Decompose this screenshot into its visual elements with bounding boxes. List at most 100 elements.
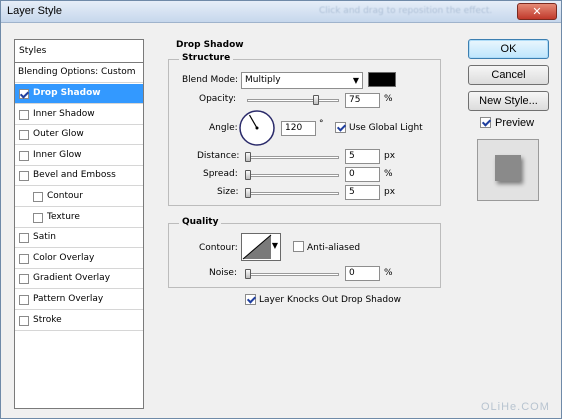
opacity-slider-thumb[interactable] [313,95,319,105]
panel-title: Drop Shadow [173,40,247,50]
style-item-stroke[interactable]: Stroke [15,311,143,331]
style-item-label: Bevel and Emboss [33,170,116,181]
style-item-checkbox[interactable] [19,130,29,141]
style-item-checkbox[interactable] [19,89,29,99]
opacity-slider-track[interactable] [247,99,339,102]
style-item-inner-glow[interactable]: Inner Glow [15,146,143,166]
style-item-checkbox[interactable] [19,274,29,285]
style-item-satin[interactable]: Satin [15,228,143,249]
style-item-label: Pattern Overlay [33,294,104,304]
contour-label: Contour: [199,243,238,253]
blending-options-item[interactable]: Blending Options: Custom [15,63,143,83]
opacity-input[interactable]: 75 [345,93,380,108]
quality-group [168,223,441,288]
style-item-checkbox[interactable] [33,192,43,202]
style-item-checkbox[interactable] [19,171,29,182]
style-item-label: Outer Glow [33,129,84,140]
use-global-light-checkbox[interactable] [335,122,346,133]
styles-header[interactable]: Styles [15,40,143,63]
noise-slider-track[interactable] [247,273,339,276]
blend-mode-value: Multiply [245,75,281,85]
angle-unit: ° [319,119,324,129]
style-item-label: Satin [33,232,56,243]
angle-dial[interactable] [238,109,276,147]
preview-checkbox[interactable] [480,117,491,128]
opacity-unit: % [384,94,393,104]
style-item-checkbox[interactable] [19,315,29,326]
distance-slider-track[interactable] [247,156,339,159]
style-item-gradient-overlay[interactable]: Gradient Overlay [15,269,143,290]
style-item-pattern-overlay[interactable]: Pattern Overlay [15,290,143,310]
chevron-down-icon: ▼ [352,76,359,85]
distance-slider-thumb[interactable] [245,152,251,162]
layer-style-dialog: Layer Style Click and drag to reposition… [0,0,562,419]
noise-label: Noise: [209,268,237,278]
style-item-texture[interactable]: Texture [15,208,143,228]
layer-knocks-out-checkbox[interactable] [245,294,256,305]
preview-shadow-square [495,155,521,181]
spread-input[interactable]: 0 [345,167,380,182]
title-hint-text: Click and drag to reposition the effect. [319,6,493,16]
shadow-color-swatch[interactable] [368,72,396,87]
size-label: Size: [217,187,239,197]
noise-slider-thumb[interactable] [245,269,251,279]
style-item-checkbox[interactable] [19,233,29,244]
spread-label: Spread: [203,169,238,179]
style-item-checkbox[interactable] [19,253,29,264]
style-item-checkbox[interactable] [33,212,43,223]
size-slider-track[interactable] [247,192,339,195]
use-global-light-label: Use Global Light [349,123,423,133]
style-item-inner-shadow[interactable]: Inner Shadow [15,105,143,125]
layer-knocks-out-label: Layer Knocks Out Drop Shadow [259,295,401,305]
distance-label: Distance: [197,151,240,161]
watermark: OLiHe.COM [481,401,550,413]
ok-button[interactable]: OK [468,39,549,59]
styles-list: Styles Blending Options: Custom Drop Sha… [14,39,144,409]
close-button[interactable]: ✕ [517,3,557,20]
anti-aliased-checkbox[interactable] [293,241,304,252]
angle-input[interactable]: 120 [281,121,316,136]
new-style-button[interactable]: New Style... [468,91,549,111]
style-item-checkbox[interactable] [19,150,29,161]
style-item-contour[interactable]: Contour [15,187,143,207]
size-unit: px [384,187,396,197]
opacity-label: Opacity: [199,94,236,104]
style-item-label: Contour [47,191,83,201]
anti-aliased-label: Anti-aliased [307,243,361,253]
style-item-label: Gradient Overlay [33,273,111,284]
spread-unit: % [384,169,393,179]
spread-slider-track[interactable] [247,174,339,177]
contour-picker[interactable]: ▼ [241,233,281,261]
blend-mode-select[interactable]: Multiply ▼ [241,72,363,89]
spread-slider-thumb[interactable] [245,170,251,180]
style-item-checkbox[interactable] [19,295,29,305]
contour-linear-icon [242,234,272,260]
quality-label: Quality [179,217,222,227]
distance-unit: px [384,151,396,161]
preview-label: Preview [495,117,535,129]
window-title: Layer Style [7,5,63,17]
style-item-label: Texture [47,211,80,222]
style-item-bevel-and-emboss[interactable]: Bevel and Emboss [15,166,143,187]
title-bar[interactable]: Layer Style Click and drag to reposition… [1,1,561,23]
size-slider-thumb[interactable] [245,188,251,198]
style-item-drop-shadow[interactable]: Drop Shadow [15,84,143,104]
size-input[interactable]: 5 [345,185,380,200]
style-item-outer-glow[interactable]: Outer Glow [15,125,143,146]
noise-input[interactable]: 0 [345,266,380,281]
style-item-checkbox[interactable] [19,109,29,120]
angle-label: Angle: [209,123,238,133]
structure-label: Structure [179,53,234,63]
blend-mode-label: Blend Mode: [182,75,239,85]
chevron-down-icon: ▼ [271,241,278,250]
noise-unit: % [384,268,393,278]
preview-thumbnail [477,139,539,201]
style-item-label: Inner Shadow [33,108,95,119]
style-item-label: Stroke [33,314,62,325]
style-item-label: Color Overlay [33,252,95,263]
cancel-button[interactable]: Cancel [468,65,549,85]
style-item-label: Inner Glow [33,149,82,160]
style-item-color-overlay[interactable]: Color Overlay [15,249,143,269]
style-item-label: Drop Shadow [33,88,101,98]
distance-input[interactable]: 5 [345,149,380,164]
